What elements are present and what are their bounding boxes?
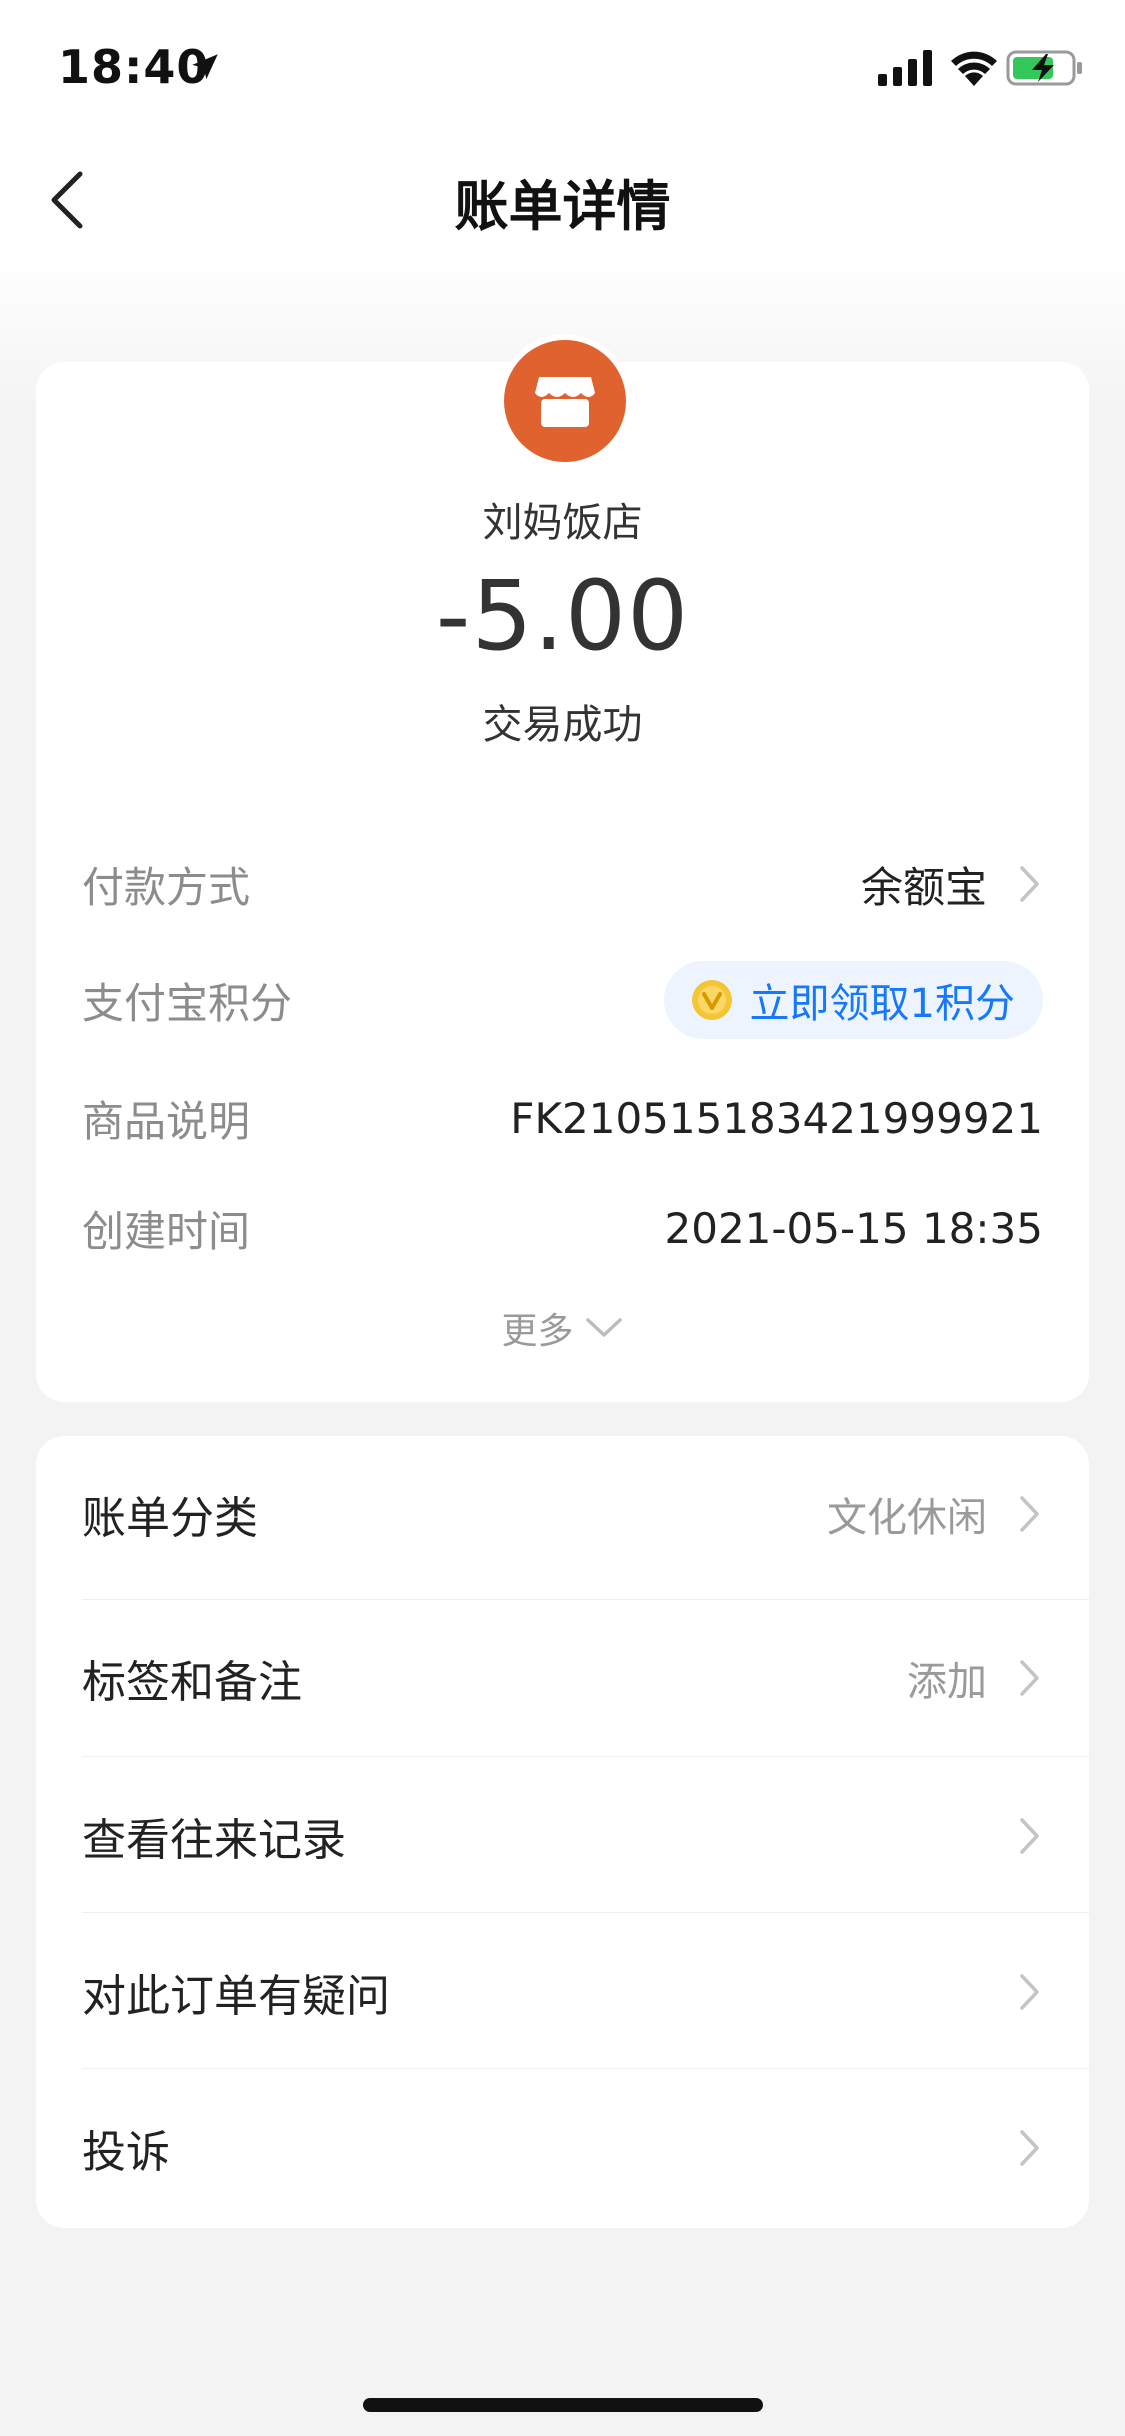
chevron-right-icon (1020, 1974, 1039, 2010)
order-question-item[interactable]: 对此订单有疑问 (36, 1914, 1089, 2070)
chevron-right-icon (1020, 1660, 1039, 1696)
payment-method-value: 余额宝 (860, 862, 987, 912)
page-title: 账单详情 (454, 175, 671, 238)
alipay-points-label: 支付宝积分 (82, 978, 293, 1028)
points-coin-icon (691, 980, 732, 1020)
bill-category-label: 账单分类 (82, 1493, 258, 1544)
chevron-down-icon (585, 1318, 622, 1337)
claim-points-button[interactable]: 立即领取1积分 (663, 961, 1043, 1039)
chevron-right-icon (1020, 866, 1039, 902)
created-time-value: 2021-05-15 18:35 (664, 1203, 1043, 1253)
bill-amount: -5.00 (435, 560, 690, 672)
view-history-label: 查看往来记录 (82, 1815, 346, 1866)
tags-and-notes-label: 标签和备注 (82, 1657, 302, 1708)
merchant-name: 刘妈饭店 (482, 500, 643, 546)
chevron-right-icon (1020, 2130, 1039, 2166)
tags-and-notes-item[interactable]: 标签和备注 添加 (36, 1600, 1089, 1756)
more-toggle[interactable]: 更多 (36, 1302, 1089, 1354)
more-label: 更多 (501, 1311, 574, 1352)
created-time-row: 创建时间 2021-05-15 18:35 (82, 1188, 1043, 1268)
wifi-icon (951, 51, 997, 86)
product-description-row: 商品说明 FK2105151834219999​21 (82, 1078, 1043, 1158)
status-time: 18:40 (58, 40, 210, 94)
status-bar: 18:40 (0, 0, 1125, 140)
alipay-points-row: 支付宝积分 立即领取1积分 (82, 960, 1043, 1040)
battery-charging-icon (1006, 50, 1082, 86)
bill-category-value: 文化休闲 (827, 1495, 987, 1541)
created-time-label: 创建时间 (82, 1206, 251, 1256)
home-indicator[interactable] (363, 2398, 763, 2412)
bill-actions-card: 账单分类 文化休闲 标签和备注 添加 查看往来记录 对此订单有疑问 投诉 (36, 1436, 1089, 2228)
claim-points-label: 立即领取1积分 (749, 981, 1015, 1027)
divider (82, 1912, 1089, 1913)
chevron-right-icon (1020, 1496, 1039, 1532)
merchant-avatar (498, 334, 632, 468)
view-history-item[interactable]: 查看往来记录 (36, 1758, 1089, 1914)
location-arrow-icon (192, 54, 218, 80)
divider (82, 1756, 1089, 1757)
chevron-right-icon (1020, 1818, 1039, 1854)
bill-summary-card: 刘妈饭店 -5.00 交易成功 付款方式 余额宝 支付宝积分 立即领取1积分 商… (36, 334, 1089, 1402)
complaint-label: 投诉 (82, 2127, 170, 2178)
transaction-status: 交易成功 (482, 702, 643, 748)
navigation-bar: 账单详情 (0, 140, 1125, 260)
product-description-label: 商品说明 (82, 1096, 251, 1146)
payment-method-row[interactable]: 付款方式 余额宝 (82, 844, 1043, 924)
cellular-signal-icon (878, 50, 932, 86)
order-question-label: 对此订单有疑问 (82, 1971, 390, 2022)
product-description-value: FK2105151834219999​21 (510, 1093, 1043, 1143)
storefront-icon (535, 377, 595, 427)
bill-category-item[interactable]: 账单分类 文化休闲 (36, 1436, 1089, 1592)
complaint-item[interactable]: 投诉 (36, 2070, 1089, 2226)
tags-and-notes-value: 添加 (907, 1659, 987, 1705)
payment-method-label: 付款方式 (82, 862, 251, 912)
merchant-avatar-circle (504, 340, 626, 462)
divider (82, 2068, 1089, 2069)
